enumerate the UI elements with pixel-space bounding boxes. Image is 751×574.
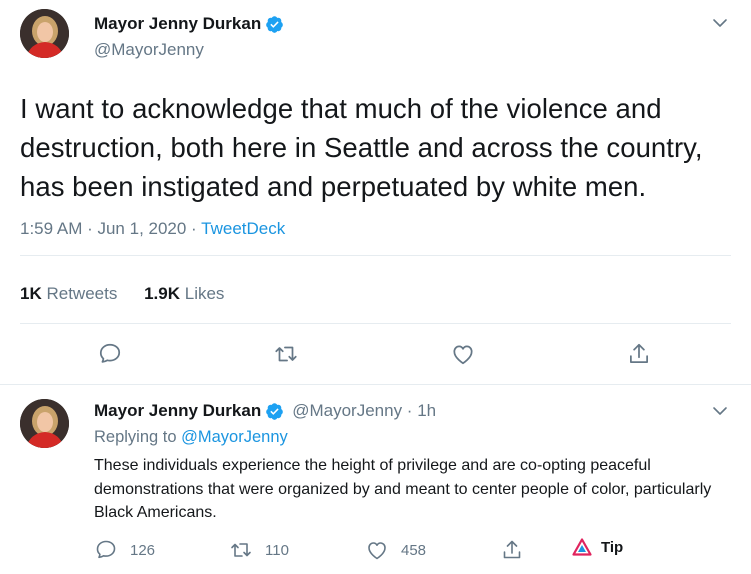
share-icon[interactable] (625, 340, 653, 368)
reply-icon (96, 540, 116, 559)
like-count: 458 (401, 541, 427, 559)
retweet-icon (231, 543, 251, 557)
retweet-icon[interactable] (272, 340, 300, 368)
verified-icon (265, 15, 284, 34)
verified-icon (265, 402, 284, 421)
avatar[interactable] (20, 9, 69, 58)
divider (20, 255, 731, 256)
replying-to: Replying to @MayorJenny (94, 428, 288, 446)
like-button[interactable]: 458 (365, 538, 426, 562)
reply-count: 126 (130, 541, 156, 559)
tweet-text: I want to acknowledge that much of the v… (20, 93, 703, 202)
share-icon (503, 540, 521, 559)
display-name[interactable]: Mayor Jenny Durkan (94, 401, 261, 421)
tweet-separator (0, 384, 751, 385)
divider (20, 323, 731, 324)
reply-icon[interactable] (96, 340, 124, 368)
tweet-meta: 1:59 AM · Jun 1, 2020 · TweetDeck (20, 219, 285, 239)
chevron-down-icon[interactable] (709, 12, 731, 34)
tweet-stats: 1K Retweets 1.9K Likes (20, 284, 246, 304)
retweets-stat[interactable]: 1K Retweets (20, 284, 117, 303)
tip-label: Tip (601, 538, 624, 556)
mention-link[interactable]: @MayorJenny (181, 428, 288, 446)
likes-stat[interactable]: 1.9K Likes (144, 284, 224, 303)
like-icon[interactable] (449, 340, 477, 368)
main-tweet: Mayor Jenny Durkan @MayorJenny I want to… (0, 0, 751, 384)
source-link[interactable]: TweetDeck (201, 219, 285, 238)
timestamp[interactable]: 1:59 AM · Jun 1, 2020 · (20, 219, 201, 238)
tip-icon (572, 538, 592, 556)
handle-time[interactable]: @MayorJenny · 1h (292, 401, 436, 421)
handle[interactable]: @MayorJenny (94, 40, 204, 60)
tip-button[interactable]: Tip (572, 538, 623, 556)
chevron-down-icon[interactable] (709, 400, 731, 422)
reply-text: These individuals experience the height … (94, 457, 712, 521)
display-name[interactable]: Mayor Jenny Durkan (94, 14, 261, 34)
share-button[interactable] (500, 538, 524, 562)
reply-button[interactable]: 126 (94, 538, 155, 562)
like-icon (368, 542, 386, 560)
retweet-button[interactable]: 110 (229, 538, 289, 562)
avatar[interactable] (20, 399, 69, 448)
retweet-count: 110 (265, 541, 289, 559)
